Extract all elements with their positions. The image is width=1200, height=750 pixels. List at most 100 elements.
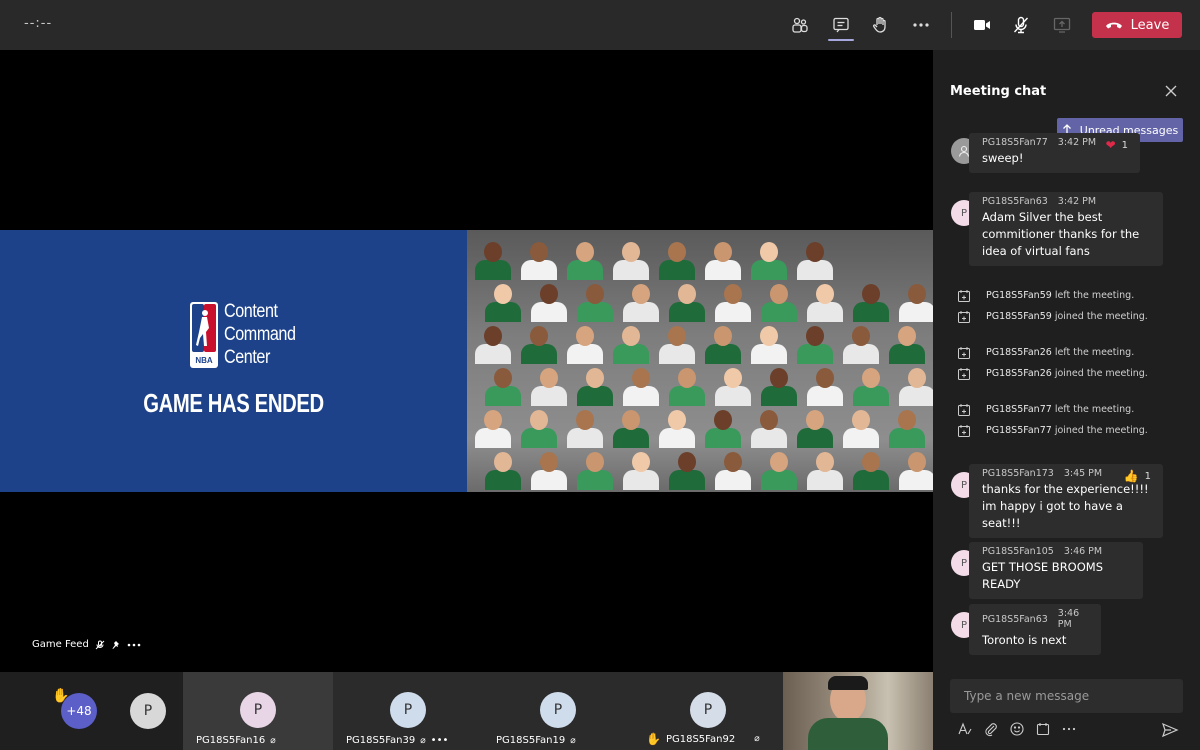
fan-body (797, 260, 833, 280)
system-event-action: joined the meeting. (1054, 311, 1148, 322)
avatar-initial: P (960, 619, 968, 631)
fan-head (724, 368, 742, 388)
system-event-text: PG18S5Fan77 joined the meeting. (986, 424, 1166, 437)
more-icon[interactable] (127, 640, 141, 650)
fan-body (807, 470, 843, 490)
chat-active-indicator (828, 39, 854, 41)
fan-head (852, 326, 870, 346)
fan-head (816, 368, 834, 388)
participant-tile-overflow[interactable]: ✋ +48 P (0, 672, 183, 750)
emoji-button[interactable] (1009, 721, 1025, 737)
virtual-fans-video-wall (467, 230, 933, 492)
fan-row (467, 364, 933, 406)
fan-body (705, 344, 741, 364)
fan-head (576, 326, 594, 346)
more-actions-button[interactable] (906, 10, 936, 40)
avatar: P (690, 692, 726, 728)
virtual-fan (475, 238, 511, 280)
fan-body (715, 470, 751, 490)
nba-wordmark: NBA (195, 356, 213, 365)
raised-hand-icon: ✋ (646, 732, 661, 746)
virtual-fan (751, 238, 787, 280)
close-icon[interactable] (1163, 83, 1179, 99)
fan-head (530, 242, 548, 262)
avatar-initial: P (960, 207, 968, 219)
fan-head (806, 326, 824, 346)
message-author: PG18S5Fan63 (982, 613, 1048, 625)
virtual-fan (705, 406, 741, 448)
more-participants-badge[interactable]: +48 (61, 693, 97, 729)
chat-message[interactable]: PG18S5Fan63 3:42 PM Adam Silver the best … (969, 192, 1163, 266)
fan-body (613, 428, 649, 448)
fan-body (485, 470, 521, 490)
camera-button[interactable] (967, 10, 997, 40)
self-video-tile[interactable] (783, 672, 933, 750)
fan-body (797, 344, 833, 364)
chat-button[interactable] (826, 10, 856, 40)
fan-body (659, 428, 695, 448)
chat-message[interactable]: PG18S5Fan63 3:46 PM Toronto is next (969, 604, 1101, 655)
fan-body (705, 428, 741, 448)
send-icon[interactable] (1161, 721, 1179, 739)
participant-name-text: PG18S5Fan16 (196, 735, 266, 746)
share-screen-icon (1053, 17, 1071, 33)
virtual-fan (521, 238, 557, 280)
more-icon[interactable]: ••• (431, 735, 449, 746)
fan-row (467, 322, 933, 364)
fan-head (484, 242, 502, 262)
more-options-button[interactable] (1061, 721, 1077, 737)
fan-head (714, 242, 732, 262)
virtual-fan (521, 406, 557, 448)
chat-icon (833, 17, 849, 33)
meeting-event-icon (958, 311, 970, 323)
virtual-fan (485, 364, 521, 406)
fan-body (613, 344, 649, 364)
participants-button[interactable] (785, 10, 815, 40)
raise-hand-icon (872, 16, 886, 33)
fan-head (576, 242, 594, 262)
mic-button[interactable] (1006, 10, 1036, 40)
system-event-action: left the meeting. (1054, 347, 1135, 358)
message-reaction[interactable]: ❤ 1 (1106, 138, 1128, 152)
schedule-button[interactable] (1035, 721, 1051, 737)
virtual-fan (577, 280, 613, 322)
raise-hand-button[interactable] (865, 10, 895, 40)
calendar-icon (1036, 723, 1050, 736)
compose-toolbar (957, 721, 1077, 737)
participant-tile[interactable]: P PG18S5Fan39 ⌀ ••• (333, 672, 483, 750)
leave-button[interactable]: Leave (1092, 12, 1182, 38)
attach-button[interactable] (983, 721, 999, 737)
participant-name: PG18S5Fan19 ⌀ (496, 735, 576, 746)
participant-tile[interactable]: P ✋ PG18S5Fan92 ⌀ (633, 672, 783, 750)
message-text: thanks for the experience!!!! im happy i… (982, 482, 1149, 530)
fan-head (622, 410, 640, 430)
share-screen-button[interactable] (1047, 10, 1077, 40)
system-event-user: PG18S5Fan26 (986, 368, 1052, 379)
message-meta: PG18S5Fan63 3:46 PM (982, 608, 1088, 630)
fan-head (862, 368, 880, 388)
chat-message[interactable]: PG18S5Fan77 3:42 PM sweep! ❤ 1 (969, 133, 1140, 173)
fan-body (761, 302, 797, 322)
fan-body (899, 470, 933, 490)
fan-row (467, 238, 933, 280)
chat-message[interactable]: PG18S5Fan173 3:45 PM thanks for the exper… (969, 464, 1163, 538)
fan-head (668, 326, 686, 346)
participant-tile[interactable]: P PG18S5Fan19 ⌀ (483, 672, 633, 750)
self-video-shirt (808, 718, 888, 750)
message-reaction[interactable]: 👍 1 (1124, 469, 1151, 483)
participant-tile[interactable]: P PG18S5Fan16 ⌀ (183, 672, 333, 750)
fan-body (797, 428, 833, 448)
system-event-user: PG18S5Fan59 (986, 311, 1052, 322)
fan-head (668, 242, 686, 262)
fan-body (659, 344, 695, 364)
system-event-action: joined the meeting. (1054, 368, 1148, 379)
compose-message-input[interactable] (950, 679, 1183, 713)
leave-label: Leave (1130, 17, 1170, 33)
virtual-fan (669, 280, 705, 322)
format-button[interactable] (957, 721, 973, 737)
chat-message[interactable]: PG18S5Fan105 3:46 PM GET THOSE BROOMS REA… (969, 542, 1143, 599)
participant-name-text: PG18S5Fan92 (665, 733, 736, 745)
fan-body (577, 302, 613, 322)
message-meta: PG18S5Fan63 3:42 PM (982, 196, 1150, 207)
meeting-event-icon (958, 404, 970, 416)
